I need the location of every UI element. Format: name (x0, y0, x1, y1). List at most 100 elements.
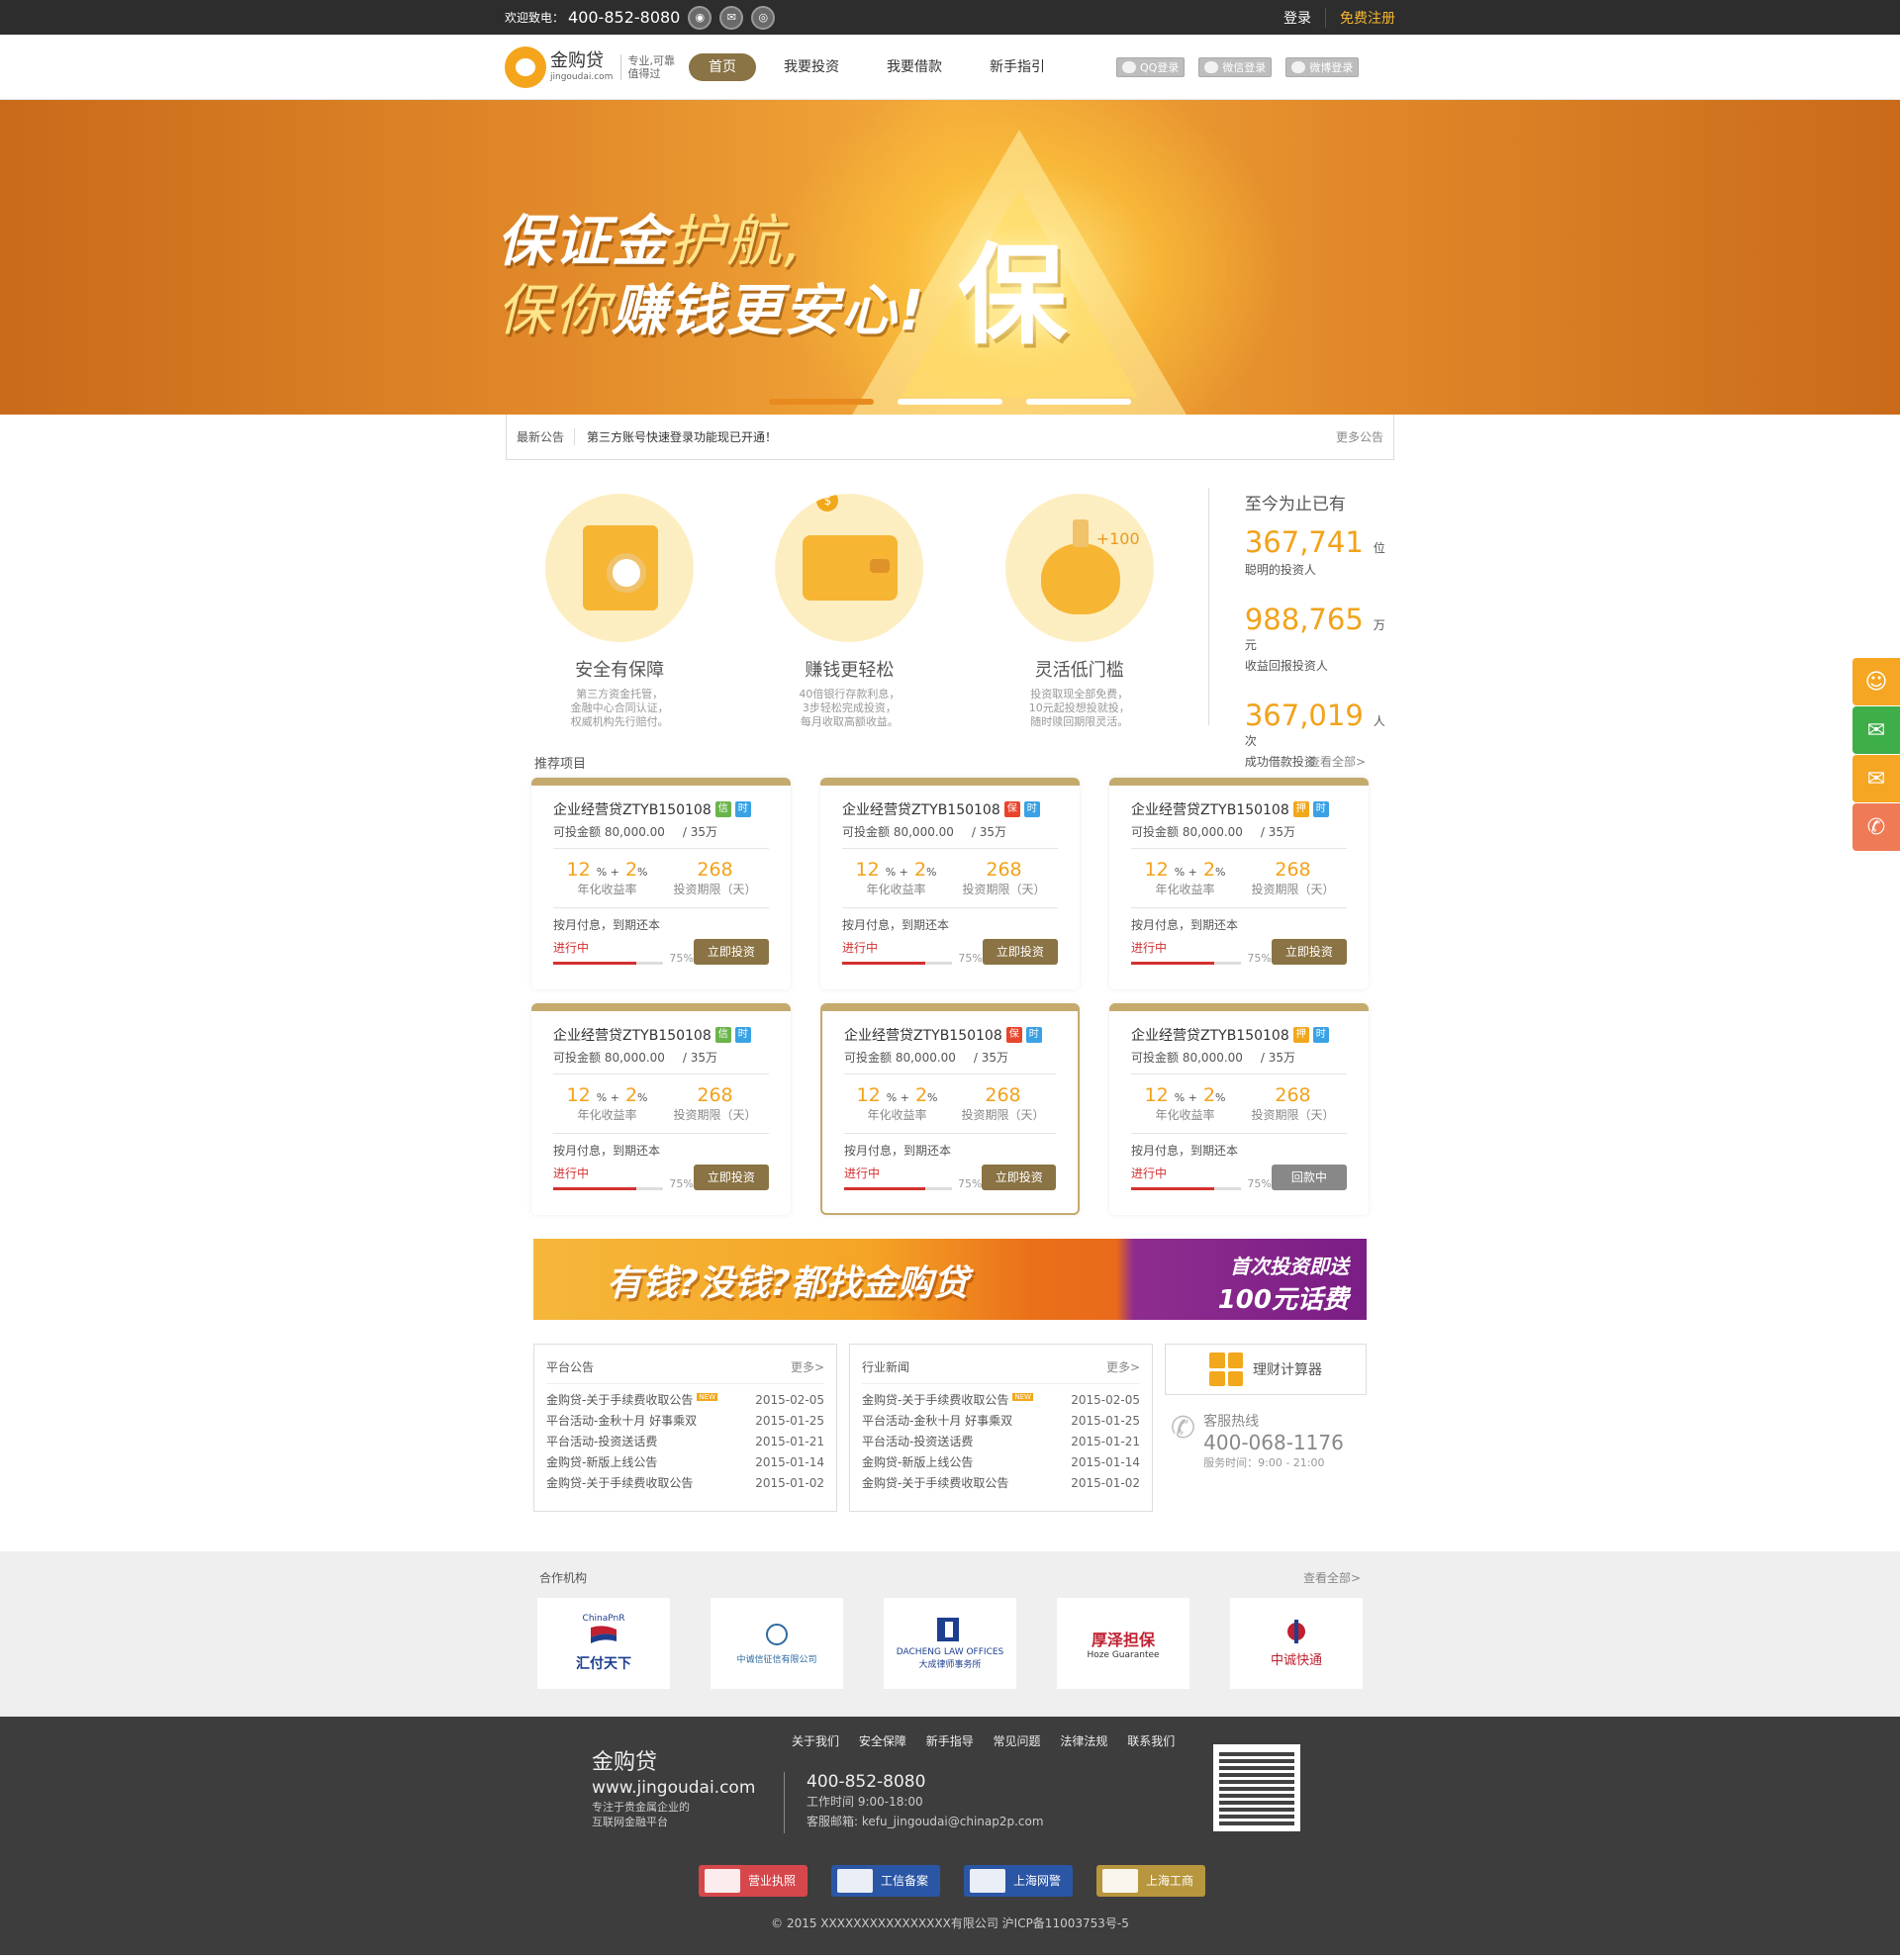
chinapnr-logo-icon (591, 1626, 617, 1643)
dacheng-logo-icon (937, 1617, 959, 1641)
product-name[interactable]: 企业经营贷ZTYB150108 信时 (553, 799, 769, 819)
product-card[interactable]: 企业经营贷ZTYB150108 保时可投金额 80,000.00/ 35万 12 %… (820, 1003, 1080, 1215)
feature-easy: $ 赚钱更轻松 40倍银行存款利息， 3步轻松完成投资， 每月收取高额收益。 (734, 488, 964, 728)
product-card[interactable]: 企业经营贷ZTYB150108 保时可投金额 80,000.00/ 35万 12 %… (820, 778, 1080, 989)
platform-news-more[interactable]: 更多> (791, 1358, 824, 1375)
banner-dot-3[interactable] (1026, 399, 1131, 405)
nav-guide[interactable]: 新手指引 (970, 53, 1065, 81)
product-name[interactable]: 企业经营贷ZTYB150108 保时 (842, 799, 1058, 819)
partners-more[interactable]: 查看全部> (1303, 1569, 1361, 1586)
float-wechat-icon[interactable]: ✉ (1852, 706, 1900, 754)
new-badge: NEW (697, 1393, 717, 1401)
banner-dot-1[interactable] (769, 399, 874, 405)
footer-contact[interactable]: 联系我们 (1127, 1734, 1175, 1748)
news-item[interactable]: 平台活动-金秋十月 好事乘双 2015-01-25 (862, 1411, 1140, 1432)
partner-zhongcheng[interactable]: 中诚快通 (1230, 1598, 1363, 1689)
qq-login-button[interactable]: QQ登录 (1115, 57, 1186, 77)
cert-aic[interactable]: 上海工商 (1096, 1865, 1206, 1897)
qq-icon[interactable]: ◉ (688, 5, 712, 30)
industry-news-more[interactable]: 更多> (1106, 1358, 1140, 1375)
news-item[interactable]: 平台活动-金秋十月 好事乘双 2015-01-25 (546, 1411, 824, 1432)
products-header: 推荐项目 查看全部> (534, 753, 1366, 772)
footer-about[interactable]: 关于我们 (792, 1734, 839, 1748)
footer-legal[interactable]: 法律法规 (1060, 1734, 1107, 1748)
products-more-link[interactable]: 查看全部> (1308, 753, 1366, 772)
float-email-icon[interactable]: ✉ (1852, 755, 1900, 802)
news-item[interactable]: 金购贷-新版上线公告 2015-01-14 (862, 1452, 1140, 1473)
product-card[interactable]: 企业经营贷ZTYB150108 押时可投金额 80,000.00/ 35万 12 %… (1109, 1003, 1369, 1215)
product-card[interactable]: 企业经营贷ZTYB150108 信时可投金额 80,000.00/ 35万 12 %… (531, 1003, 791, 1215)
footer-faq[interactable]: 常见问题 (994, 1734, 1041, 1748)
phone-icon: ✆ (1171, 1411, 1196, 1446)
product-tag: 时 (1023, 801, 1040, 817)
footer-security[interactable]: 安全保障 (859, 1734, 906, 1748)
invest-button[interactable]: 立即投资 (1271, 939, 1347, 965)
progress-fill (553, 1187, 636, 1190)
product-name[interactable]: 企业经营贷ZTYB150108 押时 (1131, 1025, 1347, 1045)
cert-business-license[interactable]: 营业执照 (699, 1865, 808, 1897)
notice-message[interactable]: 第三方账号快速登录功能现已开通！ (575, 428, 777, 445)
invest-button[interactable]: 立即投资 (693, 1165, 769, 1190)
partner-ccx[interactable]: 中诚信征信有限公司 (711, 1598, 843, 1689)
invest-button[interactable]: 立即投资 (982, 1165, 1056, 1190)
nav-borrow[interactable]: 我要借款 (867, 53, 962, 81)
weibo-icon[interactable]: ◎ (751, 5, 776, 30)
cert-police[interactable]: 上海网警 (964, 1865, 1074, 1897)
product-repay: 按月付息，到期还本 (553, 918, 661, 932)
stat-returns: 988,765 万元 收益回报投资人 (1244, 603, 1385, 674)
weibo-login-icon (1291, 61, 1306, 73)
product-tag: 保 (1003, 801, 1020, 817)
product-term: 268 投资期限（天） (673, 859, 757, 896)
partner-dacheng[interactable]: DACHENG LAW OFFICES 大成律师事务所 (884, 1598, 1016, 1689)
promo-side: 首次投资即送 100元话费 (1217, 1255, 1349, 1315)
wechat-login-button[interactable]: 微信登录 (1198, 57, 1273, 77)
product-progress: 进行中 (1131, 1165, 1242, 1190)
news-item[interactable]: 平台活动-投资送话费 2015-01-21 (862, 1432, 1140, 1452)
float-qq-icon[interactable]: ☺ (1852, 658, 1900, 705)
weibo-login-button[interactable]: 微博登录 (1285, 57, 1360, 77)
news-item[interactable]: 金购贷-关于手续费收取公告 NEW 2015-02-05 (862, 1390, 1140, 1411)
product-name[interactable]: 企业经营贷ZTYB150108 押时 (1131, 799, 1347, 819)
register-link[interactable]: 免费注册 (1326, 8, 1395, 28)
product-name[interactable]: 企业经营贷ZTYB150108 信时 (553, 1025, 769, 1045)
partner-hoze[interactable]: 厚泽担保 Hoze Guarantee (1057, 1598, 1189, 1689)
flask-icon (1040, 519, 1120, 614)
feature-safe: 安全有保障 第三方资金托管， 金融中心合同认证， 权威机构先行赔付。 (505, 488, 734, 728)
nav-home[interactable]: 首页 (688, 53, 756, 81)
product-pct: 75% (1247, 1177, 1272, 1190)
progress-fill (1131, 1187, 1214, 1190)
banner-dot-2[interactable] (898, 399, 1002, 405)
partner-chinapnr[interactable]: ChinaPnR 汇付天下 (537, 1598, 670, 1689)
calculator-button[interactable]: 理财计算器 (1165, 1344, 1367, 1395)
feature-flexible: +100 灵活低门槛 投资取现全部免费， 10元起投想投就投， 随时赎回期限灵活。 (965, 488, 1194, 728)
invest-button[interactable]: 回款中 (1271, 1165, 1347, 1190)
product-tag: 信 (714, 801, 731, 817)
news-item[interactable]: 金购贷-关于手续费收取公告 2015-01-02 (546, 1473, 824, 1494)
product-name[interactable]: 企业经营贷ZTYB150108 保时 (844, 1025, 1056, 1045)
notice-more-link[interactable]: 更多公告 (1336, 428, 1383, 445)
side-tools: 理财计算器 ✆ 客服热线 400-068-1176 服务时间：9:00 - 21… (1165, 1344, 1367, 1512)
floating-contact: ☺ ✉ ✉ ✆ (1852, 658, 1900, 852)
promo-banner[interactable]: 有钱?没钱?都找金购贷 首次投资即送 100元话费 (533, 1239, 1367, 1320)
product-pct: 75% (1247, 952, 1272, 965)
products-title: 推荐项目 (534, 757, 587, 772)
float-phone-icon[interactable]: ✆ (1852, 803, 1900, 851)
logo[interactable]: 金购贷 jingoudai.com 专业,可靠 值得过 (505, 47, 675, 88)
product-card[interactable]: 企业经营贷ZTYB150108 信时可投金额 80,000.00/ 35万 12 %… (531, 778, 791, 989)
cert-icp[interactable]: 工信备案 (831, 1865, 941, 1897)
product-card[interactable]: 企业经营贷ZTYB150108 押时可投金额 80,000.00/ 35万 12 %… (1109, 778, 1369, 989)
news-item[interactable]: 金购贷-关于手续费收取公告 NEW 2015-02-05 (546, 1390, 824, 1411)
feature-desc: 第三方资金托管， 金融中心合同认证， 权威机构先行赔付。 (570, 688, 669, 728)
footer-guide[interactable]: 新手指导 (926, 1734, 974, 1748)
login-link[interactable]: 登录 (1283, 7, 1326, 28)
news-item[interactable]: 平台活动-投资送话费 2015-01-21 (546, 1432, 824, 1452)
news-item[interactable]: 金购贷-新版上线公告 2015-01-14 (546, 1452, 824, 1473)
invest-button[interactable]: 立即投资 (982, 939, 1058, 965)
hero-banner[interactable]: 保证金护航, 保你赚钱更安心! 保 (0, 100, 1900, 415)
news-item[interactable]: 金购贷-关于手续费收取公告 2015-01-02 (862, 1473, 1140, 1494)
invest-button[interactable]: 立即投资 (693, 939, 769, 965)
nav-invest[interactable]: 我要投资 (764, 53, 859, 81)
partners-title: 合作机构 (539, 1571, 588, 1585)
wechat-icon[interactable]: ✉ (719, 5, 744, 30)
product-amount: 可投金额 80,000.00/ 35万 (1131, 1049, 1347, 1074)
